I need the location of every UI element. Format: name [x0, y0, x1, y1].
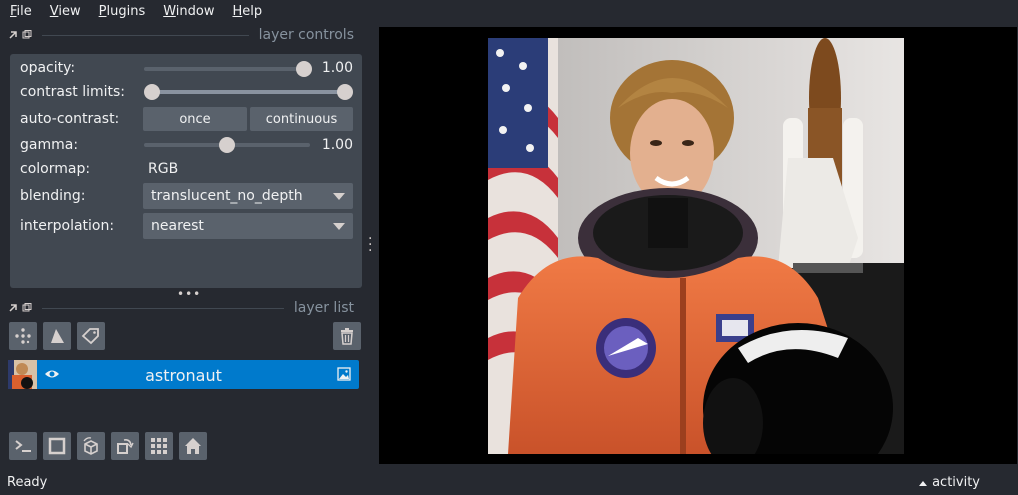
activity-label: activity	[932, 475, 980, 490]
viewer-canvas[interactable]	[379, 27, 1017, 464]
float-dock-icon[interactable]	[22, 30, 32, 40]
console-button[interactable]	[9, 432, 37, 460]
menu-plugins[interactable]: Plugins	[89, 0, 154, 24]
chevron-down-icon	[333, 223, 345, 230]
layer-controls-header: layer controls	[8, 25, 362, 45]
auto-contrast-once-button[interactable]: once	[143, 107, 247, 131]
new-shapes-layer-button[interactable]	[43, 322, 71, 350]
close-dock-icon[interactable]	[8, 303, 18, 313]
layer-name[interactable]: astronaut	[8, 366, 359, 385]
chevron-up-icon	[919, 480, 928, 486]
ndisplay-icon	[48, 437, 66, 455]
blending-label: blending:	[20, 188, 86, 204]
layer-controls-panel: opacity: 1.00 contrast limits: auto-cont…	[10, 54, 362, 288]
opacity-value: 1.00	[321, 60, 353, 76]
contrast-limits-low-handle[interactable]	[144, 84, 160, 100]
blending-select-value: translucent_no_depth	[151, 188, 303, 204]
interpolation-label: interpolation:	[20, 218, 115, 234]
float-dock-icon[interactable]	[22, 303, 32, 313]
home-button[interactable]	[179, 432, 207, 460]
grid-icon	[151, 438, 167, 454]
interpolation-select[interactable]: nearest	[143, 213, 353, 239]
contrast-limits-label: contrast limits:	[20, 84, 125, 100]
layer-list-title: layer list	[293, 300, 354, 316]
chevron-down-icon	[333, 193, 345, 200]
home-icon	[185, 438, 201, 454]
dock-splitter-handle[interactable]: · · ·	[368, 232, 372, 258]
console-icon	[15, 440, 31, 452]
astronaut-image	[488, 38, 904, 454]
contrast-limits-slider[interactable]	[144, 84, 353, 100]
gamma-slider-handle[interactable]	[219, 137, 235, 153]
new-labels-layer-button[interactable]	[77, 322, 105, 350]
layer-list-item[interactable]: astronaut	[8, 360, 359, 389]
new-labels-icon	[81, 328, 99, 345]
menu-window[interactable]: Window	[153, 0, 222, 24]
interpolation-select-value: nearest	[151, 218, 204, 234]
auto-contrast-continuous-button[interactable]: continuous	[250, 107, 353, 131]
roll-dims-icon	[83, 437, 98, 455]
gamma-value: 1.00	[321, 137, 353, 153]
gamma-slider[interactable]	[144, 137, 310, 153]
blending-select[interactable]: translucent_no_depth	[143, 183, 353, 209]
ndisplay-button[interactable]	[43, 432, 71, 460]
menu-file[interactable]: File	[0, 0, 40, 24]
new-shapes-icon	[51, 329, 64, 343]
opacity-label: opacity:	[20, 60, 76, 76]
transpose-icon	[117, 439, 134, 454]
colormap-value: RGB	[148, 161, 179, 177]
status-message: Ready	[7, 475, 48, 490]
grid-view-button[interactable]	[145, 432, 173, 460]
opacity-slider[interactable]	[144, 61, 312, 77]
close-dock-icon[interactable]	[8, 30, 18, 40]
colormap-label: colormap:	[20, 161, 91, 177]
delete-layer-icon	[341, 328, 353, 345]
new-points-layer-button[interactable]	[9, 322, 37, 350]
image-icon	[337, 367, 351, 381]
contrast-limits-high-handle[interactable]	[337, 84, 353, 100]
new-points-icon	[15, 328, 31, 344]
auto-contrast-label: auto-contrast:	[20, 111, 120, 127]
menu-view[interactable]: View	[40, 0, 89, 24]
transpose-button[interactable]	[111, 432, 139, 460]
menu-help[interactable]: Help	[223, 0, 271, 24]
status-bar: Ready activity	[0, 470, 1018, 495]
gamma-label: gamma:	[20, 137, 79, 153]
delete-layer-button[interactable]	[333, 322, 361, 350]
layer-list-header: layer list	[8, 298, 362, 318]
roll-dims-button[interactable]	[77, 432, 105, 460]
layer-controls-title: layer controls	[258, 27, 354, 43]
menu-bar: File View Plugins Window Help	[0, 0, 1018, 24]
contrast-limits-range	[152, 90, 345, 94]
activity-toggle[interactable]: activity	[919, 475, 980, 490]
